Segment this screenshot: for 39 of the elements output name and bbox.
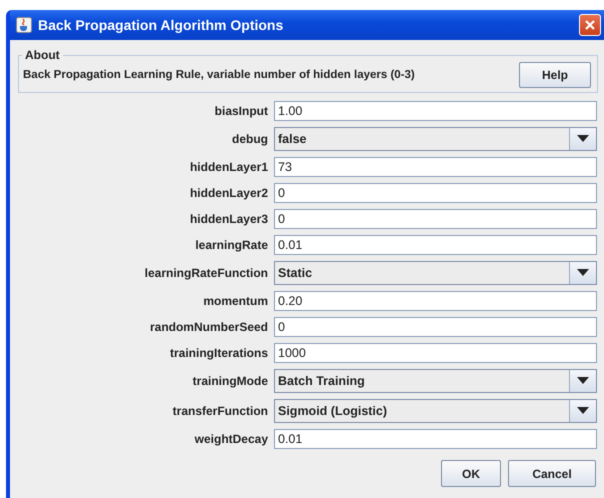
field-label: learningRate [194, 238, 268, 252]
close-icon [584, 19, 596, 31]
dropdown[interactable]: Static [274, 261, 597, 285]
caret-icon [577, 135, 589, 143]
window-title: Back Propagation Algorithm Options [38, 17, 284, 33]
field-label: transferFunction [172, 404, 268, 418]
close-button[interactable] [579, 14, 601, 36]
dialog-button[interactable]: OK [441, 460, 501, 487]
dialog-button[interactable]: Cancel [508, 460, 596, 487]
input-field[interactable]: 0 [274, 209, 597, 229]
caret-icon [577, 377, 589, 385]
field-label: hiddenLayer2 [188, 186, 268, 200]
description-text: Back Propagation Learning Rule, variable number of hidden layers (0-3) [23, 69, 415, 81]
cup-icon [16, 17, 32, 33]
help-button[interactable]: Help [519, 62, 591, 88]
dropdown[interactable]: false [274, 127, 597, 151]
field-label: momentum [202, 294, 268, 308]
dropdown[interactable]: Sigmoid (Logistic) [274, 399, 597, 423]
input-field[interactable]: 0.20 [274, 291, 597, 311]
field-label: learningRateFunction [144, 266, 268, 280]
input-field[interactable]: 1.00 [274, 101, 597, 121]
panel-legend: About [22, 48, 63, 62]
field-label: trainingIterations [168, 346, 268, 360]
input-field[interactable]: 0 [274, 317, 597, 337]
input-field[interactable]: 1000 [274, 343, 597, 363]
field-label: trainingMode [192, 374, 268, 388]
dropdown[interactable]: Batch Training [274, 369, 597, 393]
field-label: weightDecay [194, 432, 268, 446]
caret-icon [577, 269, 589, 277]
field-label: biasInput [214, 104, 268, 118]
field-label: randomNumberSeed [148, 320, 268, 334]
caret-icon [577, 407, 589, 415]
field-label: hiddenLayer3 [188, 212, 268, 226]
field-label: hiddenLayer1 [188, 160, 268, 174]
input-field[interactable]: 0.01 [274, 235, 597, 255]
input-field[interactable]: 0 [274, 183, 597, 203]
input-field[interactable]: 0.01 [274, 429, 597, 449]
field-label: debug [231, 132, 268, 146]
input-field[interactable]: 73 [274, 157, 597, 177]
